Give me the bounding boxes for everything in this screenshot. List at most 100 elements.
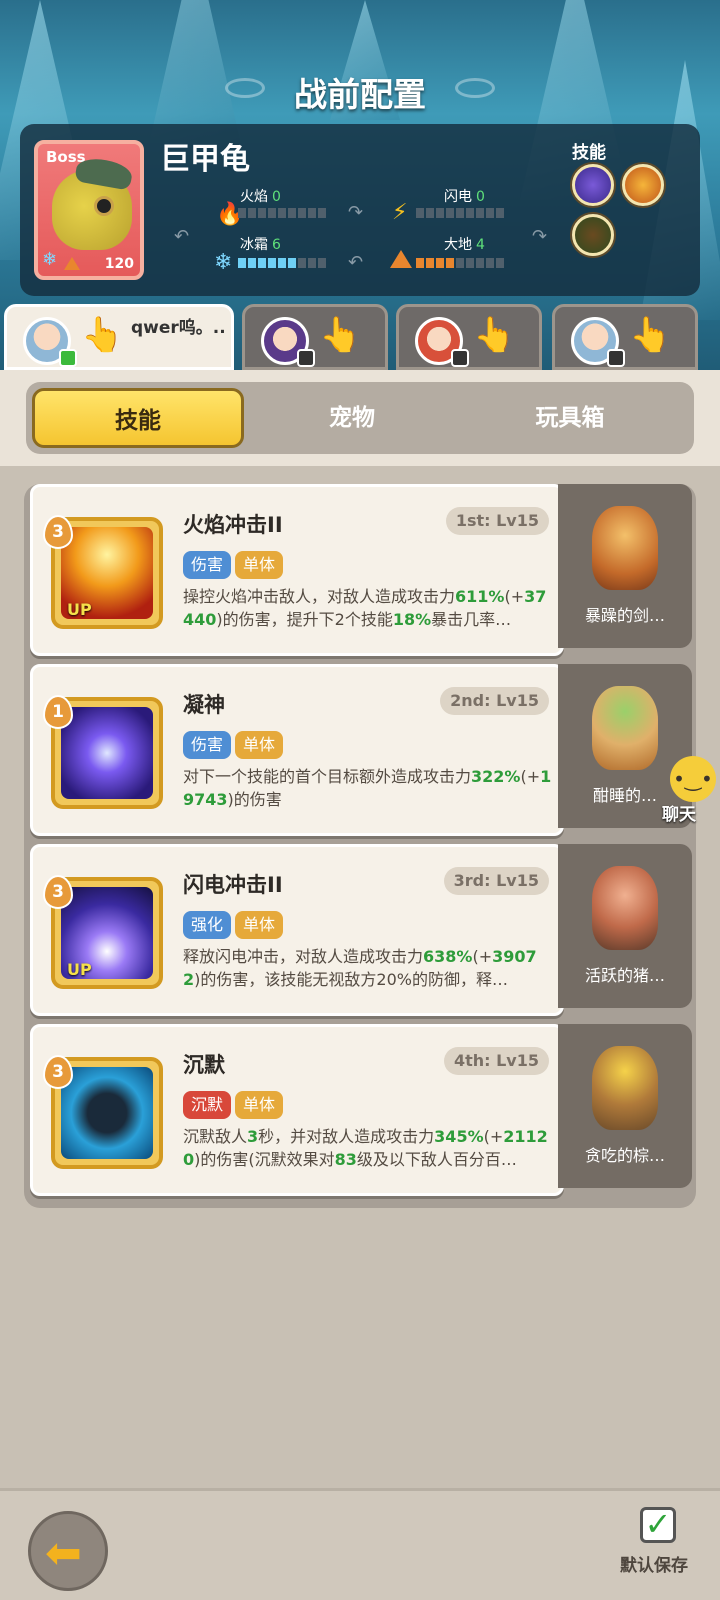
earth-element-icon [64,257,80,270]
player-tab-2[interactable]: 👆 [242,304,388,370]
toad-monocle [94,196,114,216]
skill-slot: 1st: Lv15 [445,507,549,535]
ice-element-icon: ❄ [42,249,58,270]
earth-label: 大地 [444,237,472,253]
desc-text: )的伤害，该技能无视敌方20%的防御，释… [194,970,508,989]
pointing-hand-icon: 👆 [319,315,362,355]
chat-badge-icon [451,349,469,367]
pet-slot[interactable]: 贪吃的棕… [558,1024,692,1188]
default-save-label[interactable]: 默认保存 [620,1551,688,1576]
bottom-bar: ⬅ ✓ 默认保存 [0,1488,720,1600]
desc-value: 83 [334,1150,357,1169]
skill-row[interactable]: 3 沉默 4th: Lv15 沉默 单体 沉默敌人3秒，并对敌人造成攻击力345… [30,1024,692,1196]
skill-slot: 3rd: Lv15 [443,867,549,895]
lightning-bar [416,208,504,218]
skill-tag: 单体 [235,551,284,579]
skill-card[interactable]: 1 凝神 2nd: Lv15 伤害 单体 对下一个技能的首个目标额外造成攻击力3… [30,664,564,836]
earth-bar [416,258,504,268]
checkbox-icon[interactable]: ✓ [640,1507,676,1543]
boss-skills-label: 技能 [572,143,606,163]
desc-value: 638% [423,947,473,966]
boss-skill-swirl-icon[interactable] [572,164,614,206]
desc-text: 级及以下敌人百分百… [356,1150,517,1169]
pet-name: 贪吃的棕… [584,1146,665,1165]
desc-text: )的伤害 [227,790,282,809]
skill-level-badge: 1 [43,695,73,729]
boss-skill-beast-icon[interactable] [572,214,614,256]
fire-value: 0 [272,189,281,205]
pointing-hand-icon: 👆 [81,315,124,355]
skill-tag: 沉默 [183,1091,232,1119]
back-button[interactable]: ⬅ [28,1511,108,1591]
desc-text: 对下一个技能的首个目标额外造成攻击力 [183,767,472,786]
boss-name: 巨甲龟 [160,142,250,177]
skill-card[interactable]: 3 沉默 4th: Lv15 沉默 单体 沉默敌人3秒，并对敌人造成攻击力345… [30,1024,564,1196]
skill-list: UP 3 火焰冲击II 1st: Lv15 伤害 单体 操控火焰冲击敌人，对敌人… [24,484,696,1208]
tab-pets[interactable]: 宠物 [252,388,452,448]
skill-card[interactable]: UP 3 闪电冲击II 3rd: Lv15 强化 单体 释放闪电冲击，对敌人造成… [30,844,564,1016]
lightning-label: 闪电 [444,189,472,205]
skill-description: 对下一个技能的首个目标额外造成攻击力322%(+19743)的伤害 [183,765,553,811]
player-tab-4[interactable]: 👆 [552,304,698,370]
pet-image [592,866,658,950]
skill-description: 沉默敌人3秒，并对敌人造成攻击力345%(+21120)的伤害(沉默效果对83级… [183,1125,553,1171]
desc-text: (+ [520,767,541,786]
boss-panel: Boss ❄ 120 巨甲龟 火焰 0 🔥 ↷ 闪电 0 ⚡ ↶ ↷ 冰霜 6 ❄ ↶… [20,124,700,296]
player-tabs: 👆 qwer呜。.. 👆 👆 👆 [0,304,720,374]
ice-icon: ❄ [214,250,233,275]
skill-name: 闪电冲击II [183,873,283,897]
earth-value: 4 [476,237,485,253]
focus-eye-icon [61,707,153,799]
desc-text: )的伤害，提升下2个技能 [216,610,393,629]
skill-description: 操控火焰冲击敌人，对敌人造成攻击力611%(+37440)的伤害，提升下2个技能… [183,585,553,631]
lightning-icon: ⚡ [392,200,408,225]
skill-tag: 单体 [235,911,284,939]
earth-stat: 大地 4 [444,234,485,254]
arrow-icon: ↷ [532,226,548,247]
desc-text: 秒，并对敌人造成攻击力 [258,1127,435,1146]
fire-stat: 火焰 0 [240,186,281,206]
earth-icon [390,250,412,268]
skill-row[interactable]: 1 凝神 2nd: Lv15 伤害 单体 对下一个技能的首个目标额外造成攻击力3… [30,664,692,836]
pet-slot[interactable]: 暴躁的剑… [558,484,692,648]
player-tab-1[interactable]: 👆 qwer呜。.. [4,304,234,370]
skill-card[interactable]: UP 3 火焰冲击II 1st: Lv15 伤害 单体 操控火焰冲击敌人，对敌人… [30,484,564,656]
pet-name: 暴躁的剑… [584,606,665,625]
pet-image [592,686,658,770]
upgrade-label: UP [67,600,92,619]
chat-face-icon: •‿• [670,756,716,802]
boss-skill-crown-icon[interactable] [622,164,664,206]
category-tabs: 技能 宠物 玩具箱 [26,382,694,454]
desc-text: 沉默敌人 [183,1127,248,1146]
skill-tag: 伤害 [183,731,232,759]
chat-badge-icon [59,349,77,367]
boss-level: 120 [104,256,134,272]
skill-name: 火焰冲击II [183,513,283,537]
chat-badge-icon [297,349,315,367]
player-tab-3[interactable]: 👆 [396,304,542,370]
skill-name: 沉默 [183,1053,225,1077]
skill-level-badge: 3 [43,1055,73,1089]
chat-button[interactable]: •‿• 聊天 [656,756,718,826]
skill-row[interactable]: UP 3 火焰冲击II 1st: Lv15 伤害 单体 操控火焰冲击敌人，对敌人… [30,484,692,656]
pet-slot[interactable]: 活跃的猪… [558,844,692,1008]
upgrade-label: UP [67,960,92,979]
skill-slot: 4th: Lv15 [443,1047,549,1075]
skill-level-badge: 3 [43,875,73,909]
skill-tag: 单体 [235,731,284,759]
skill-description: 释放闪电冲击，对敌人造成攻击力638%(+39072)的伤害，该技能无视敌方20… [183,945,553,991]
desc-text: 暴击几率… [431,610,512,629]
desc-value: 3 [247,1127,259,1146]
skill-slot: 2nd: Lv15 [440,687,549,715]
ice-bar [238,258,326,268]
ice-label: 冰霜 [240,237,268,253]
chat-label: 聊天 [662,805,696,825]
boss-portrait[interactable]: Boss ❄ 120 [34,140,144,280]
skill-row[interactable]: UP 3 闪电冲击II 3rd: Lv15 强化 单体 释放闪电冲击，对敌人造成… [30,844,692,1016]
skill-level-badge: 3 [43,515,73,549]
desc-value: 345% [434,1127,484,1146]
tab-toybox[interactable]: 玩具箱 [460,388,680,448]
tab-skills[interactable]: 技能 [32,388,244,448]
skill-tag: 单体 [235,1091,284,1119]
desc-text: (+ [483,1127,504,1146]
